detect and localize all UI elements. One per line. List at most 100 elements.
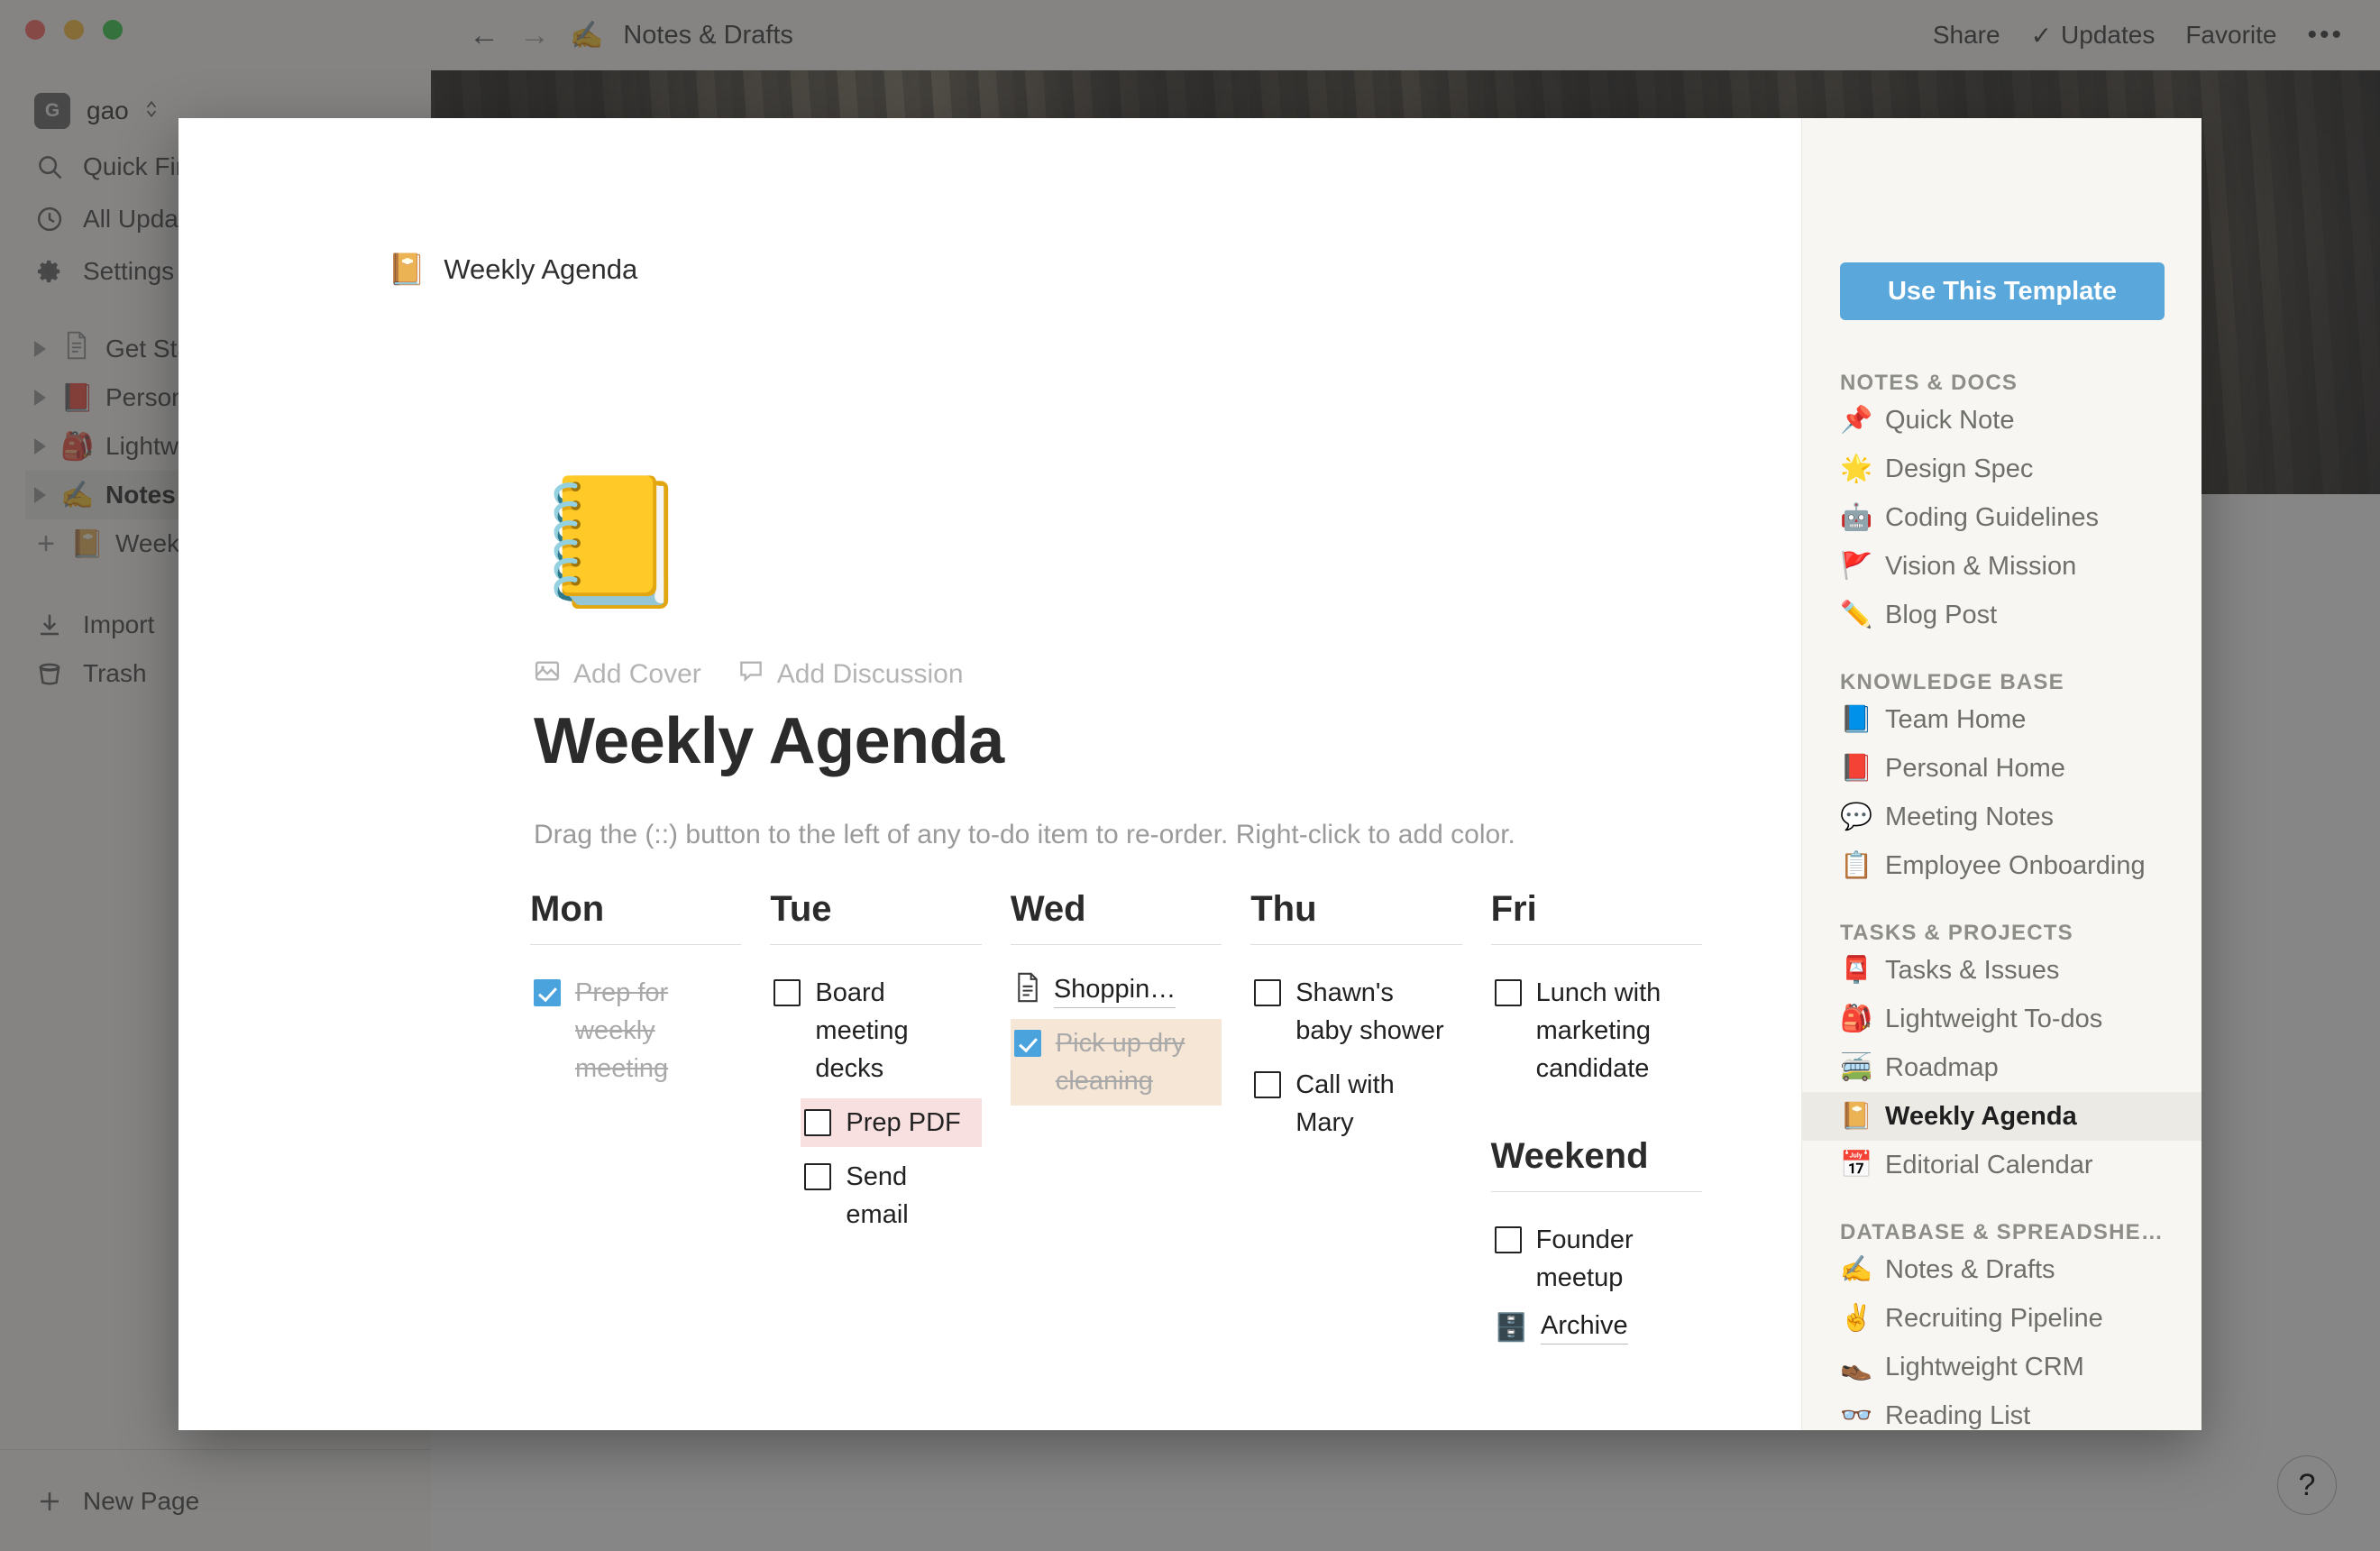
todo-item[interactable]: Pick up dry cleaning	[1010, 1019, 1222, 1106]
rail-item-quick-note[interactable]: 📌 Quick Note	[1802, 396, 2202, 445]
checkbox-checked-icon[interactable]	[1013, 1030, 1041, 1057]
rail-item-employee-onboarding[interactable]: 📋 Employee Onboarding	[1802, 841, 2202, 890]
calendar-icon: 📅	[1840, 1151, 1873, 1179]
page-link-item[interactable]: 🗄️ Archive	[1491, 1308, 1702, 1348]
closed-book-icon: 📕	[1840, 754, 1873, 783]
day-heading: Mon	[530, 889, 605, 929]
todo-item[interactable]: Board meeting decks	[770, 968, 981, 1093]
checkbox-unchecked-icon[interactable]	[774, 979, 801, 1006]
rail-item-label: Design Spec	[1885, 454, 2034, 483]
rail-section-title: DATABASE & SPREADSHEE…	[1840, 1220, 2165, 1244]
day-heading: Fri	[1490, 889, 1537, 929]
page-icon	[1014, 972, 1041, 1010]
modal-breadcrumb[interactable]: 📔 Weekly Agenda	[388, 252, 637, 288]
add-cover-button[interactable]: Add Cover	[534, 657, 701, 692]
todo-item[interactable]: Lunch with marketing candidate	[1491, 968, 1702, 1093]
add-cover-label: Add Cover	[573, 659, 701, 689]
todo-item[interactable]: Prep PDF	[801, 1098, 982, 1148]
notebook-icon: 📔	[1840, 1102, 1873, 1131]
divider	[1490, 944, 1703, 945]
rail-item-vision-and-mission[interactable]: 🚩 Vision & Mission	[1802, 542, 2202, 591]
victory-hand-icon: ✌️	[1840, 1304, 1873, 1333]
template-list: NOTES & DOCS 📌 Quick Note 🌟 Design Spec …	[1802, 371, 2202, 1430]
rail-item-meeting-notes[interactable]: 💬 Meeting Notes	[1802, 793, 2202, 841]
rail-item-roadmap[interactable]: 🚎 Roadmap	[1802, 1043, 2202, 1092]
checkbox-checked-icon[interactable]	[534, 979, 561, 1006]
weekend-heading: Weekend	[1490, 1136, 1649, 1177]
checkbox-unchecked-icon[interactable]	[804, 1163, 832, 1191]
rail-item-label: Employee Onboarding	[1885, 850, 2146, 880]
glasses-icon: 👓	[1840, 1401, 1873, 1430]
todo-item[interactable]: Call with Mary	[1250, 1060, 1461, 1147]
rail-item-team-home[interactable]: 📘 Team Home	[1802, 695, 2202, 744]
rail-item-editorial-calendar[interactable]: 📅 Editorial Calendar	[1802, 1141, 2202, 1189]
checkbox-unchecked-icon[interactable]	[1254, 979, 1282, 1006]
add-discussion-button[interactable]: Add Discussion	[737, 657, 964, 692]
rail-item-lightweight-crm[interactable]: 👞 Lightweight CRM	[1802, 1343, 2202, 1391]
use-this-template-button[interactable]: Use This Template	[1840, 262, 2165, 320]
mans-shoe-icon: 👞	[1840, 1353, 1873, 1381]
modal-breadcrumb-label: Weekly Agenda	[444, 253, 638, 285]
rail-item-label: Coding Guidelines	[1885, 502, 2099, 532]
page-hint-text: Drag the (::) button to the left of any …	[534, 820, 1515, 849]
checkbox-unchecked-icon[interactable]	[1494, 979, 1522, 1006]
todo-label: Prep for weekly meeting	[575, 978, 669, 1084]
ledger-icon[interactable]: 📒	[534, 479, 691, 605]
rail-item-label: Tasks & Issues	[1885, 955, 2060, 985]
todo-label: Send email	[846, 1162, 909, 1230]
rail-item-label: Weekly Agenda	[1885, 1101, 2077, 1131]
comment-icon	[737, 657, 764, 692]
image-icon	[534, 657, 561, 692]
postbox-icon: 📮	[1840, 956, 1873, 985]
rail-item-notes-and-drafts[interactable]: ✍️ Notes & Drafts	[1802, 1245, 2202, 1294]
todo-label: Prep PDF	[846, 1108, 961, 1138]
page-link-label: Shoppin…	[1053, 975, 1176, 1008]
rail-item-label: Vision & Mission	[1885, 551, 2077, 581]
checkbox-unchecked-icon[interactable]	[1494, 1226, 1522, 1254]
todo-item[interactable]: Send email	[801, 1152, 981, 1239]
help-button[interactable]: ?	[2277, 1455, 2337, 1515]
day-column-mon: Mon Prep for weekly meeting	[530, 889, 742, 1354]
rail-item-weekly-agenda[interactable]: 📔 Weekly Agenda	[1802, 1092, 2202, 1141]
divider	[1010, 944, 1222, 945]
blue-book-icon: 📘	[1840, 705, 1873, 734]
rail-item-label: Meeting Notes	[1885, 802, 2054, 831]
rail-item-blog-post[interactable]: ✏️ Blog Post	[1802, 591, 2202, 639]
day-heading: Wed	[1010, 889, 1086, 929]
divider	[530, 944, 742, 945]
clipboard-icon: 📋	[1840, 851, 1873, 880]
checkbox-unchecked-icon[interactable]	[804, 1109, 832, 1137]
rail-item-lightweight-todos[interactable]: 🎒 Lightweight To-dos	[1802, 995, 2202, 1043]
todo-item[interactable]: Shawn's baby shower	[1250, 968, 1461, 1055]
page-title[interactable]: Weekly Agenda	[534, 704, 1004, 778]
rail-item-recruiting-pipeline[interactable]: ✌️ Recruiting Pipeline	[1802, 1294, 2202, 1343]
day-column-wed: Wed Shoppin… Pick up dry cleaning	[1010, 889, 1222, 1354]
rail-section-notes-and-docs: NOTES & DOCS 📌 Quick Note 🌟 Design Spec …	[1802, 371, 2202, 639]
page-link-item[interactable]: Shoppin…	[1011, 968, 1222, 1014]
rail-item-reading-list[interactable]: 👓 Reading List	[1802, 1391, 2202, 1431]
rail-section-database-and-spreadsheets: DATABASE & SPREADSHEE… ✍️ Notes & Drafts…	[1802, 1220, 2202, 1430]
rail-item-label: Personal Home	[1885, 753, 2065, 783]
triangular-flag-icon: 🚩	[1840, 552, 1873, 581]
todo-item[interactable]: Founder meetup	[1491, 1216, 1702, 1302]
template-preview-body: 📔 Weekly Agenda 📒 Add Cover Add Discussi…	[178, 118, 1801, 1430]
rail-section-title: KNOWLEDGE BASE	[1840, 670, 2064, 694]
todo-label: Pick up dry cleaning	[1055, 1029, 1185, 1097]
day-heading: Tue	[770, 889, 832, 929]
rail-item-label: Team Home	[1885, 704, 2027, 734]
checkbox-unchecked-icon[interactable]	[1254, 1071, 1282, 1099]
week-columns: Mon Prep for weekly meeting Tue Board me…	[530, 889, 1703, 1354]
speech-balloon-icon: 💬	[1840, 803, 1873, 831]
todo-item[interactable]: Prep for weekly meeting	[530, 968, 741, 1093]
rail-item-personal-home[interactable]: 📕 Personal Home	[1802, 744, 2202, 793]
day-heading: Thu	[1250, 889, 1317, 929]
rail-item-label: Editorial Calendar	[1885, 1150, 2093, 1179]
rail-item-design-spec[interactable]: 🌟 Design Spec	[1802, 445, 2202, 493]
rail-item-tasks-and-issues[interactable]: 📮 Tasks & Issues	[1802, 946, 2202, 995]
rail-item-coding-guidelines[interactable]: 🤖 Coding Guidelines	[1802, 493, 2202, 542]
add-discussion-label: Add Discussion	[776, 659, 964, 689]
rail-item-label: Notes & Drafts	[1885, 1254, 2055, 1284]
